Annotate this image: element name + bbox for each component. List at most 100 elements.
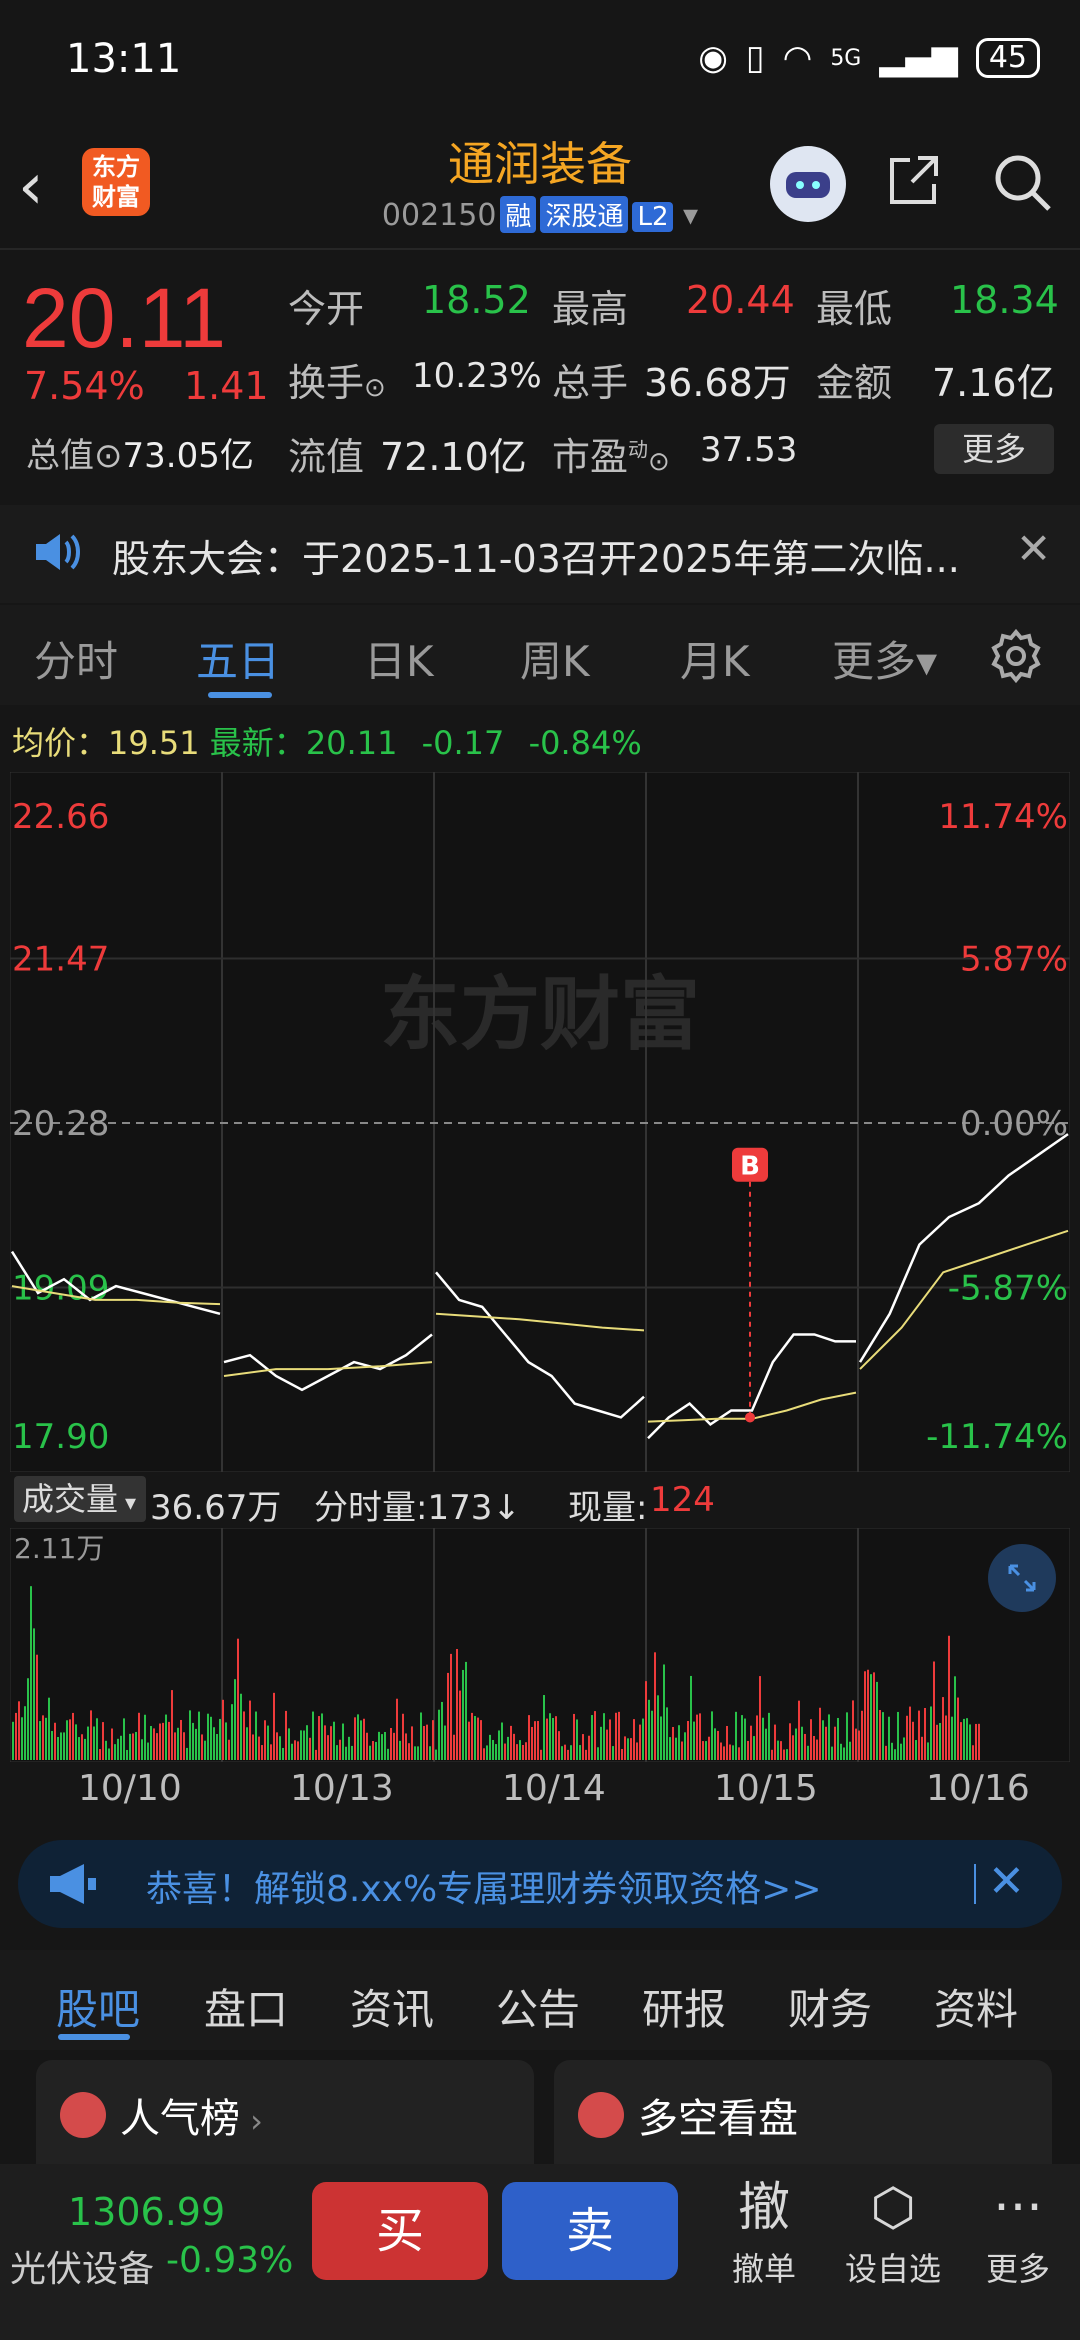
status-time: 13:11: [66, 36, 182, 82]
volume-bar: [924, 1707, 926, 1760]
close-icon[interactable]: ✕: [988, 1856, 1025, 1907]
volume-bar: [444, 1725, 446, 1760]
promo-text: 恭喜！解锁8.xx%专属理财券领取资格>>: [146, 1869, 822, 1910]
tab-daily-k[interactable]: 日K: [364, 628, 434, 689]
volume-bar: [117, 1738, 119, 1760]
volume-bar: [264, 1720, 266, 1760]
avg-value: 19.51: [108, 724, 200, 762]
volume-bar: [330, 1726, 332, 1760]
volume-bar: [954, 1676, 956, 1760]
high-value: 20.44: [686, 278, 795, 322]
volume-bar: [651, 1710, 653, 1760]
tab-weekly-k[interactable]: 周K: [520, 628, 590, 689]
volume-bar: [495, 1744, 497, 1760]
volume-bar: [171, 1690, 173, 1760]
current-volume-value: 124: [650, 1480, 715, 1520]
volume-bar: [396, 1698, 398, 1760]
tab-pankou[interactable]: 盘口: [204, 1976, 288, 2037]
volume-bar: [453, 1734, 455, 1760]
volume-bar: [810, 1719, 812, 1760]
volume-bar: [60, 1732, 62, 1760]
volume-bar: [459, 1690, 461, 1760]
volume-bar: [387, 1748, 389, 1760]
tab-research[interactable]: 研报: [642, 1976, 726, 2037]
volume-bar: [468, 1721, 470, 1760]
volume-bar: [666, 1707, 668, 1760]
volume-bar: [348, 1736, 350, 1760]
volume-bar: [735, 1711, 737, 1760]
battery-icon: 45: [975, 38, 1040, 78]
long-short-card[interactable]: 多空看盘: [554, 2060, 1052, 2170]
tab-finance[interactable]: 财务: [788, 1976, 872, 2037]
volume-bar: [549, 1713, 551, 1760]
tab-guba[interactable]: 股吧: [56, 1976, 140, 2037]
volume-bar: [744, 1718, 746, 1760]
volume-bar: [252, 1734, 254, 1760]
volume-bar: [609, 1719, 611, 1760]
y-tick-label: 22.66: [12, 797, 109, 837]
volume-bar: [324, 1725, 326, 1760]
volume-bar: [573, 1713, 575, 1760]
volume-bar: [717, 1730, 719, 1760]
volume-bar: [471, 1712, 473, 1760]
more-button[interactable]: 更多: [934, 424, 1054, 474]
tab-announcements[interactable]: 公告: [496, 1976, 580, 2037]
volume-bar: [837, 1717, 839, 1760]
volume-bar: [195, 1728, 197, 1760]
notice-text: 股东大会：于2025-11-03召开2025年第二次临...: [112, 537, 960, 581]
volume-bar: [933, 1661, 935, 1760]
volume-bar: [516, 1744, 518, 1760]
volume-bar: [66, 1720, 68, 1760]
tab-five-day[interactable]: 五日: [196, 628, 280, 689]
date-label: 10/16: [926, 1768, 1030, 1809]
close-icon[interactable]: ✕: [1016, 524, 1051, 573]
volume-bar: [861, 1710, 863, 1760]
search-icon[interactable]: [990, 150, 1054, 214]
more-menu-button[interactable]: ··· 更多: [976, 2178, 1060, 2290]
volume-bar: [102, 1722, 104, 1760]
sector-index-value[interactable]: 1306.99: [68, 2190, 225, 2234]
volume-bar: [621, 1749, 623, 1760]
cancel-order-button[interactable]: 撤 撤单: [722, 2178, 806, 2290]
sector-index-name[interactable]: 光伏设备: [10, 2240, 154, 2292]
volume-bar: [297, 1741, 299, 1760]
tab-profile[interactable]: 资料: [934, 1976, 1018, 2037]
turnover-label: 换手⊙: [288, 352, 386, 407]
volume-indicator-dropdown[interactable]: 成交量 ▾: [14, 1476, 146, 1522]
float-mv-label: 流值: [288, 435, 365, 479]
volume-bar: [312, 1711, 314, 1760]
volume-chart[interactable]: 2.11万: [10, 1528, 1070, 1762]
gear-icon[interactable]: [988, 628, 1044, 684]
tab-intraday[interactable]: 分时: [34, 628, 118, 689]
volume-bar: [345, 1746, 347, 1760]
volume-bar: [336, 1745, 338, 1760]
volume-bar: [825, 1726, 827, 1760]
long-short-title: 多空看盘: [638, 2096, 798, 2142]
expand-icon[interactable]: [988, 1544, 1056, 1612]
chevron-right-icon: ›: [240, 2102, 263, 2140]
turnover-value: 10.23%: [412, 356, 542, 396]
volume-bar: [966, 1718, 968, 1760]
volume-bar: [783, 1749, 785, 1760]
tab-more[interactable]: 更多▾: [832, 628, 937, 689]
five-day-price-chart[interactable]: 东方财富22.66 11.74%21.47 5.87%20.28 0.00%19.09…: [10, 772, 1070, 1472]
volume-bar: [57, 1737, 59, 1760]
volume-bar: [135, 1731, 137, 1760]
share-icon[interactable]: [884, 150, 944, 210]
sell-button[interactable]: 卖: [502, 2182, 678, 2280]
y-pct-label: -11.74%: [926, 1417, 1068, 1457]
tab-monthly-k[interactable]: 月K: [680, 628, 750, 689]
buy-button[interactable]: 买: [312, 2182, 488, 2280]
popularity-card[interactable]: 人气榜 ›: [36, 2060, 534, 2170]
volume-bar: [375, 1741, 377, 1760]
megaphone-icon: [44, 1862, 100, 1906]
add-watchlist-button[interactable]: ⬡ 设自选: [838, 2178, 948, 2290]
volume-bar: [450, 1653, 452, 1760]
tab-news[interactable]: 资讯: [350, 1976, 434, 2037]
volume-bar: [144, 1714, 146, 1760]
assistant-robot-icon[interactable]: [770, 146, 846, 222]
volume-bar: [639, 1724, 641, 1760]
volume-total: 36.67万: [150, 1488, 282, 1528]
volume-bar: [606, 1729, 608, 1760]
volume-bar: [525, 1742, 527, 1760]
